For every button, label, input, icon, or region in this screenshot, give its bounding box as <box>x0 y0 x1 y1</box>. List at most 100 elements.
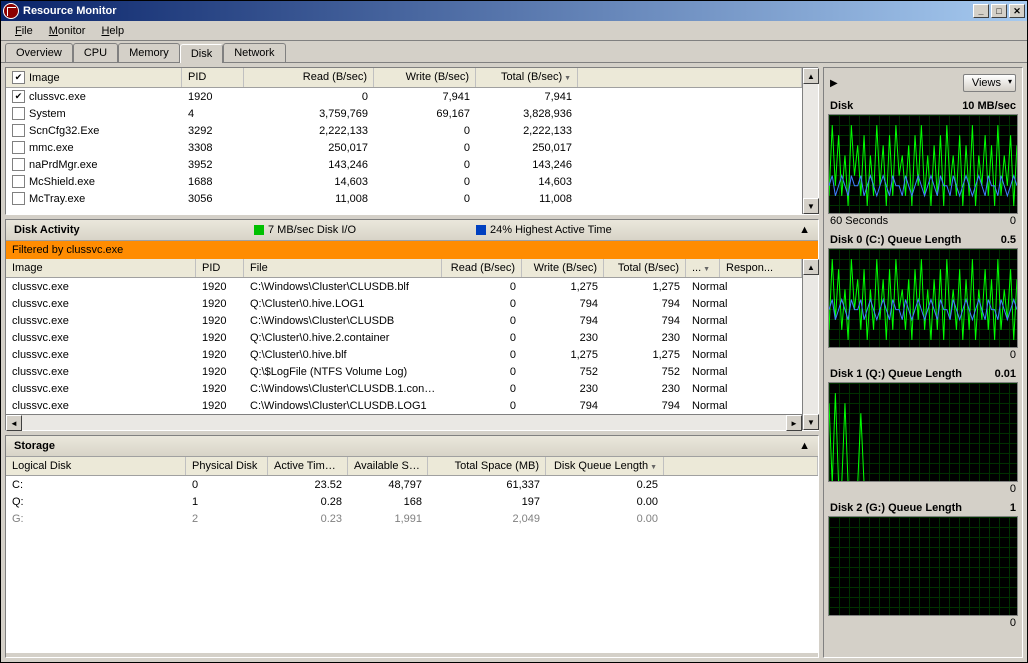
process-read: 143,246 <box>244 158 374 172</box>
scroll-down-icon[interactable]: ▼ <box>803 414 819 430</box>
chart-canvas <box>828 114 1018 214</box>
activity-read: 0 <box>442 382 522 396</box>
activity-read: 0 <box>442 297 522 311</box>
activity-row[interactable]: clussvc.exe 1920 C:\Windows\Cluster\CLUS… <box>6 397 802 414</box>
storage-row[interactable]: G: 2 0.23 1,991 2,049 0.00 <box>6 510 818 527</box>
tab-overview[interactable]: Overview <box>5 43 73 62</box>
scroll-up-icon[interactable]: ▲ <box>803 68 819 84</box>
menu-monitor[interactable]: Monitor <box>41 23 94 39</box>
process-row[interactable]: ✔clussvc.exe 1920 0 7,941 7,941 <box>6 88 802 105</box>
process-checkbox[interactable] <box>12 175 25 188</box>
tab-network[interactable]: Network <box>223 43 285 62</box>
close-button[interactable]: ✕ <box>1009 4 1025 18</box>
process-checkbox[interactable] <box>12 192 25 205</box>
activity-pid: 1920 <box>196 365 244 379</box>
chart-canvas <box>828 382 1018 482</box>
scroll-down-icon[interactable]: ▼ <box>803 198 819 214</box>
app-icon <box>3 3 19 19</box>
storage-active: 0.23 <box>268 512 348 526</box>
storage-logical: C: <box>6 478 186 492</box>
process-checkbox[interactable]: ✔ <box>12 90 25 103</box>
storage-row[interactable]: C: 0 23.52 48,797 61,337 0.25 <box>6 476 818 493</box>
chart-1: Disk 0 (C:) Queue Length0.5 0 <box>828 234 1018 362</box>
process-row[interactable]: System 4 3,759,769 69,167 3,828,936 <box>6 105 802 122</box>
collapse-icon[interactable]: ▲ <box>799 440 810 452</box>
tabbar: Overview CPU Memory Disk Network <box>1 41 1027 63</box>
activity-row[interactable]: clussvc.exe 1920 Q:\Cluster\0.hive.2.con… <box>6 329 802 346</box>
col-active[interactable]: Active Time ... <box>268 457 348 475</box>
tab-cpu[interactable]: CPU <box>73 43 118 62</box>
col-write[interactable]: Write (B/sec) <box>374 68 476 87</box>
storage-grid[interactable]: C: 0 23.52 48,797 61,337 0.25Q: 1 0.28 1… <box>6 476 818 653</box>
col-total[interactable]: Total (B/sec) <box>604 259 686 277</box>
views-button[interactable]: Views <box>963 74 1016 92</box>
collapse-icon[interactable]: ▲ <box>799 224 810 236</box>
process-row[interactable]: ScnCfg32.Exe 3292 2,222,133 0 2,222,133 <box>6 122 802 139</box>
col-physical[interactable]: Physical Disk <box>186 457 268 475</box>
col-avail[interactable]: Available Sp... <box>348 457 428 475</box>
col-pri[interactable]: ... <box>686 259 720 277</box>
activity-read: 0 <box>442 280 522 294</box>
col-queue[interactable]: Disk Queue Length <box>546 457 664 475</box>
col-total[interactable]: Total Space (MB) <box>428 457 546 475</box>
expand-charts-icon[interactable]: ▶ <box>830 78 838 89</box>
scroll-left-icon[interactable]: ◄ <box>6 415 22 431</box>
activity-row[interactable]: clussvc.exe 1920 C:\Windows\Cluster\CLUS… <box>6 312 802 329</box>
activity-row[interactable]: clussvc.exe 1920 Q:\Cluster\0.hive.LOG1 … <box>6 295 802 312</box>
storage-physical: 2 <box>186 512 268 526</box>
process-checkbox[interactable] <box>12 158 25 171</box>
maximize-button[interactable]: □ <box>991 4 1007 18</box>
storage-header[interactable]: Storage ▲ <box>6 436 818 457</box>
activity-write: 752 <box>522 365 604 379</box>
chart-footer-right: 0 <box>1010 349 1016 361</box>
col-resp[interactable]: Respon... <box>720 259 802 277</box>
select-all-checkbox[interactable]: ✔ <box>12 71 25 84</box>
process-checkbox[interactable] <box>12 141 25 154</box>
menu-help[interactable]: Help <box>93 23 132 39</box>
activity-row[interactable]: clussvc.exe 1920 Q:\Cluster\0.hive.blf 0… <box>6 346 802 363</box>
process-checkbox[interactable] <box>12 124 25 137</box>
col-image[interactable]: Image <box>6 259 196 277</box>
storage-row[interactable]: Q: 1 0.28 168 197 0.00 <box>6 493 818 510</box>
process-row[interactable]: naPrdMgr.exe 3952 143,246 0 143,246 <box>6 156 802 173</box>
processes-grid[interactable]: ✔clussvc.exe 1920 0 7,941 7,941System 4 … <box>6 88 802 214</box>
menu-file[interactable]: File <box>7 23 41 39</box>
processes-scrollbar[interactable]: ▲ ▼ <box>802 68 818 214</box>
col-write[interactable]: Write (B/sec) <box>522 259 604 277</box>
col-image[interactable]: Image <box>29 72 60 84</box>
activity-vscroll[interactable]: ▲ ▼ <box>802 259 818 430</box>
col-read[interactable]: Read (B/sec) <box>244 68 374 87</box>
process-pid: 1688 <box>182 175 244 189</box>
scroll-up-icon[interactable]: ▲ <box>803 259 819 275</box>
disk-activity-header[interactable]: Disk Activity 7 MB/sec Disk I/O 24% High… <box>6 220 818 241</box>
minimize-button[interactable]: _ <box>973 4 989 18</box>
col-read[interactable]: Read (B/sec) <box>442 259 522 277</box>
tab-disk[interactable]: Disk <box>180 44 223 63</box>
chart-scale: 10 MB/sec <box>962 100 1016 112</box>
chart-footer-left: 60 Seconds <box>830 215 888 227</box>
scroll-right-icon[interactable]: ► <box>786 415 802 431</box>
col-pid[interactable]: PID <box>182 68 244 87</box>
process-row[interactable]: mmc.exe 3308 250,017 0 250,017 <box>6 139 802 156</box>
titlebar[interactable]: Resource Monitor _ □ ✕ <box>1 1 1027 21</box>
process-read: 0 <box>244 90 374 104</box>
activity-row[interactable]: clussvc.exe 1920 C:\Windows\Cluster\CLUS… <box>6 380 802 397</box>
process-read: 2,222,133 <box>244 124 374 138</box>
activity-row[interactable]: clussvc.exe 1920 C:\Windows\Cluster\CLUS… <box>6 278 802 295</box>
col-pid[interactable]: PID <box>196 259 244 277</box>
activity-image: clussvc.exe <box>6 399 196 413</box>
process-checkbox[interactable] <box>12 107 25 120</box>
process-pid: 3056 <box>182 192 244 206</box>
process-row[interactable]: McTray.exe 3056 11,008 0 11,008 <box>6 190 802 207</box>
tab-memory[interactable]: Memory <box>118 43 180 62</box>
activity-grid[interactable]: clussvc.exe 1920 C:\Windows\Cluster\CLUS… <box>6 278 802 414</box>
col-logical[interactable]: Logical Disk <box>6 457 186 475</box>
col-file[interactable]: File <box>244 259 442 277</box>
col-total[interactable]: Total (B/sec) <box>476 68 578 87</box>
activity-hscroll[interactable]: ◄ ► <box>6 414 802 430</box>
activity-row[interactable]: clussvc.exe 1920 Q:\$LogFile (NTFS Volum… <box>6 363 802 380</box>
process-row[interactable]: McShield.exe 1688 14,603 0 14,603 <box>6 173 802 190</box>
activity-pid: 1920 <box>196 280 244 294</box>
activity-pri: Normal <box>686 314 746 328</box>
process-pid: 3292 <box>182 124 244 138</box>
